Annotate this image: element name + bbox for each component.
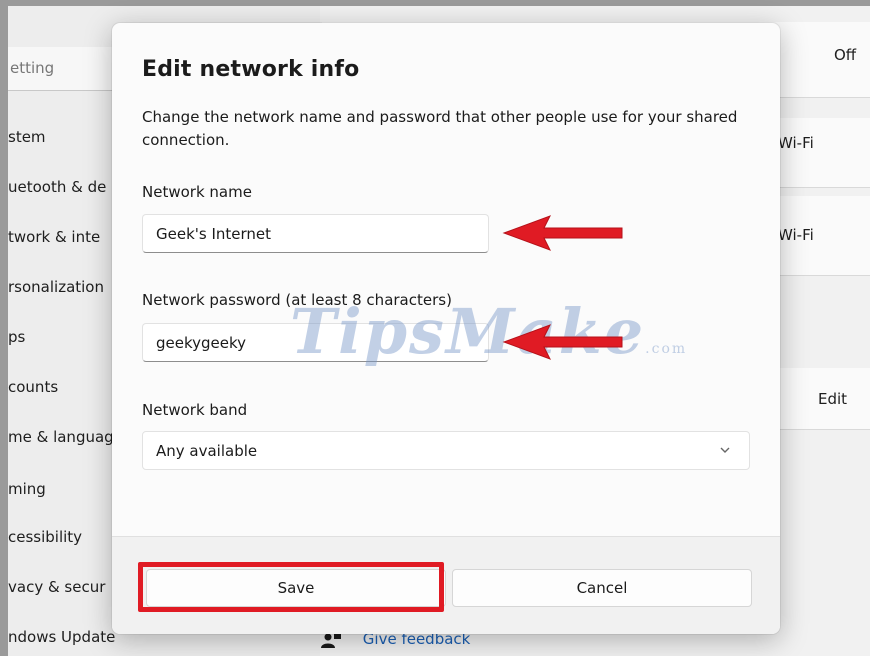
edit-properties-link[interactable]: Edit [818,390,847,408]
hotspot-off-label: Off [834,46,857,64]
network-band-select[interactable]: Any available [142,431,750,470]
network-band-label: Network band [142,401,248,419]
watermark-suffix: .com [645,341,688,357]
dialog-description: Change the network name and password tha… [142,108,738,149]
network-name-input[interactable]: Geek's Internet [142,214,489,253]
password-field-arrow-icon [502,324,623,360]
name-field-arrow-icon [502,215,623,251]
share-over-wifi-label: Wi-Fi [778,226,814,244]
cancel-button[interactable]: Cancel [452,569,752,607]
window-frame-left [0,0,8,656]
share-from-wifi-label: Wi-Fi [778,134,814,152]
dialog-title: Edit network info [142,57,360,82]
chevron-down-icon [720,447,730,453]
network-band-value: Any available [156,442,258,460]
save-button-highlight [138,562,444,612]
network-name-label: Network name [142,183,252,201]
